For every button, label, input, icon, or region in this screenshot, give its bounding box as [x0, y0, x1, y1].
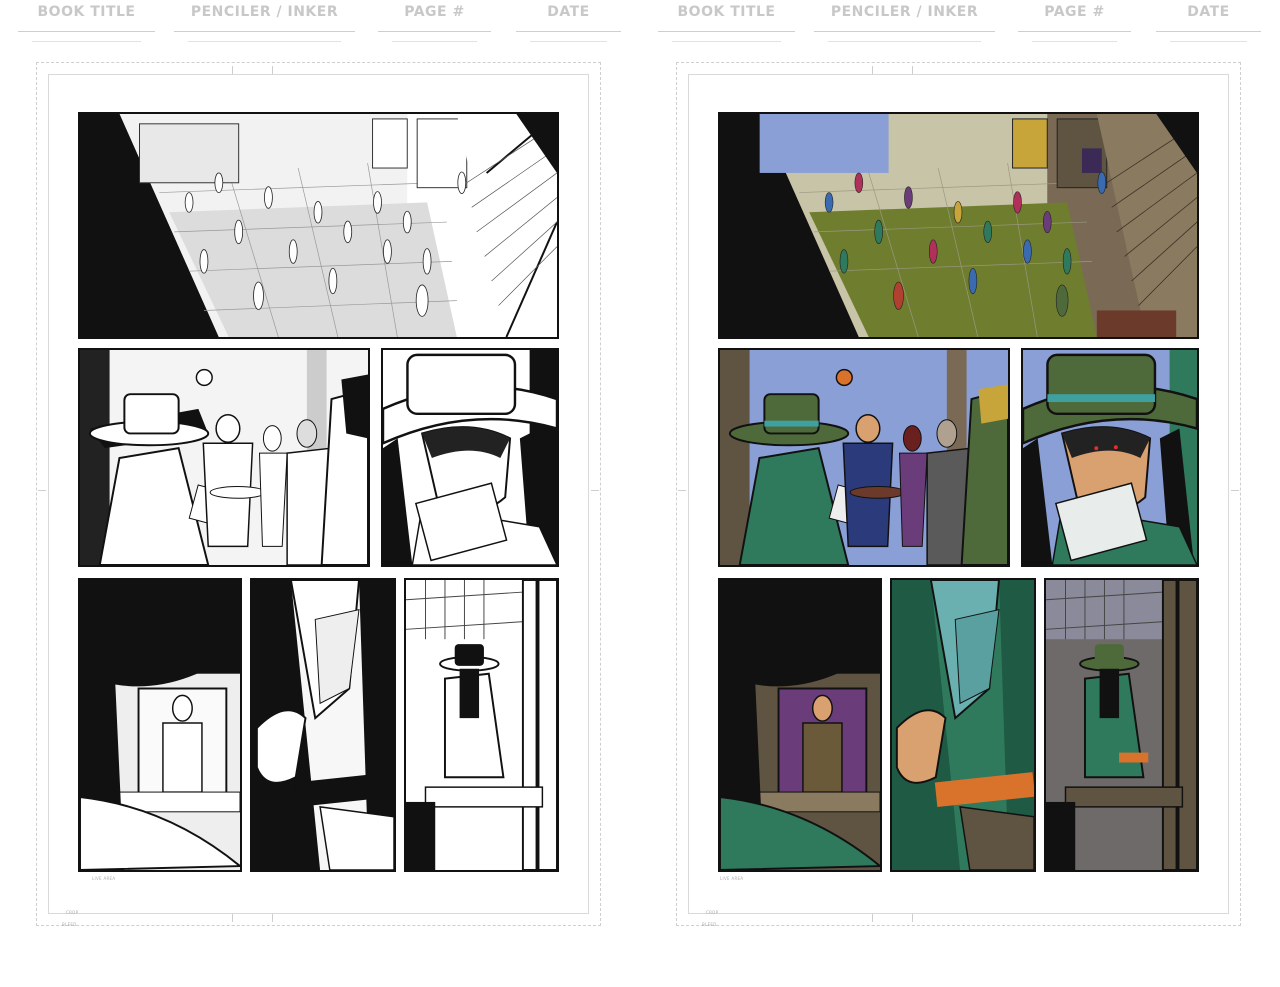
book-title-label: BOOK TITLE — [37, 4, 136, 20]
crop-mark — [232, 66, 233, 74]
date-label: DATE — [547, 4, 590, 20]
crop-label: CROP — [66, 910, 79, 915]
crop-mark — [232, 914, 233, 922]
panel-5-coat-closeup — [890, 578, 1036, 872]
header-underline-secondary — [392, 41, 477, 42]
panel-art — [720, 114, 1197, 337]
panel-art — [252, 580, 394, 870]
crop-mark — [38, 490, 46, 491]
header-underline-secondary — [188, 41, 341, 42]
panel-4-clerk-window — [718, 578, 882, 872]
panel-art — [383, 350, 557, 565]
header-field-penciler-inker: PENCILER / INKER — [814, 2, 995, 44]
crop-mark — [872, 66, 873, 74]
penciler-inker-label: PENCILER / INKER — [830, 4, 979, 20]
crop-mark — [591, 490, 599, 491]
panel-4-clerk-window — [78, 578, 242, 872]
header-underline — [516, 31, 621, 32]
panel-art — [720, 350, 1008, 565]
header-field-penciler-inker: PENCILER / INKER — [174, 2, 355, 44]
crop-mark — [912, 914, 913, 922]
penciler-inker-label: PENCILER / INKER — [190, 4, 339, 20]
panel-3-hat-closeup — [1021, 348, 1199, 567]
header-underline-secondary — [828, 41, 981, 42]
panel-art — [1046, 580, 1197, 870]
book-title-label: BOOK TITLE — [677, 4, 776, 20]
crop-mark — [912, 66, 913, 74]
crop-mark — [272, 66, 273, 74]
page-number-label: PAGE # — [404, 4, 465, 20]
panel-art — [720, 580, 880, 870]
panel-art — [892, 580, 1034, 870]
header-field-book-title: BOOK TITLE — [658, 2, 795, 44]
panel-1-lobby-overhead — [718, 112, 1199, 339]
panel-art — [1023, 350, 1197, 565]
panel-art — [406, 580, 557, 870]
header-underline — [814, 31, 995, 32]
panel-5-coat-closeup — [250, 578, 396, 872]
date-label: DATE — [1187, 4, 1230, 20]
header-field-date: DATE — [1156, 2, 1261, 44]
header-underline — [18, 31, 155, 32]
crop-mark — [1231, 490, 1239, 491]
header-underline-secondary — [672, 41, 781, 42]
crop-label: CROP — [706, 910, 719, 915]
header-underline-secondary — [1170, 41, 1247, 42]
bleed-label: BLEED — [702, 922, 717, 927]
bleed-label: BLEED — [62, 922, 77, 927]
panel-2-group-scene — [718, 348, 1010, 567]
header-underline-secondary — [1032, 41, 1117, 42]
page-number-label: PAGE # — [1044, 4, 1105, 20]
header-field-date: DATE — [516, 2, 621, 44]
comic-board-colors: BOOK TITLE PENCILER / INKER PAGE # DATE … — [640, 0, 1280, 987]
panel-art — [80, 114, 557, 337]
panel-6-figure-at-desk — [1044, 578, 1199, 872]
header-underline-secondary — [530, 41, 607, 42]
panel-art — [80, 350, 368, 565]
crop-mark — [678, 490, 686, 491]
panel-1-lobby-overhead — [78, 112, 559, 339]
header-underline-secondary — [32, 41, 141, 42]
header-underline — [1156, 31, 1261, 32]
crop-mark — [872, 914, 873, 922]
live-area-label: LIVE AREA — [92, 876, 116, 881]
live-area-label: LIVE AREA — [720, 876, 744, 881]
header-field-book-title: BOOK TITLE — [18, 2, 155, 44]
header-underline — [378, 31, 491, 32]
panel-art — [80, 580, 240, 870]
header-underline — [174, 31, 355, 32]
header-field-page-number: PAGE # — [378, 2, 491, 44]
panel-6-figure-at-desk — [404, 578, 559, 872]
header-underline — [1018, 31, 1131, 32]
header-field-page-number: PAGE # — [1018, 2, 1131, 44]
panel-3-hat-closeup — [381, 348, 559, 567]
comic-board-inks: BOOK TITLE PENCILER / INKER PAGE # DATE … — [0, 0, 640, 987]
header-underline — [658, 31, 795, 32]
crop-mark — [272, 914, 273, 922]
panel-2-group-scene — [78, 348, 370, 567]
